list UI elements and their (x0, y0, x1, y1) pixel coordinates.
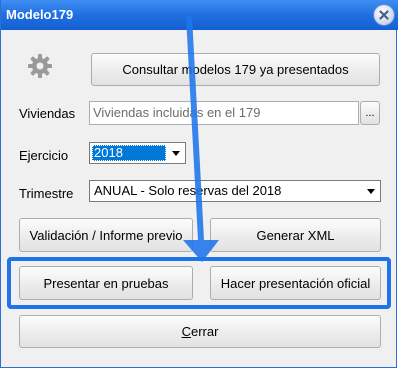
viviendas-label: Viviendas (19, 106, 76, 121)
generar-xml-button[interactable]: Generar XML (210, 218, 381, 252)
ejercicio-label: Ejercicio (19, 148, 69, 163)
trimestre-select[interactable]: ANUAL - Solo reservas del 2018 (89, 180, 381, 202)
highlight-annotation-box (7, 257, 391, 309)
chevron-down-icon (367, 188, 375, 194)
consultar-modelos-button[interactable]: Consultar modelos 179 ya presentados (91, 53, 380, 86)
dialog-window: Modelo179 Consultar modelos 179 ya prese… (0, 0, 398, 368)
gear-icon (27, 53, 53, 79)
trimestre-dropdown-button[interactable] (363, 182, 379, 200)
viviendas-browse-button[interactable]: ... (360, 101, 380, 125)
close-button[interactable] (374, 5, 394, 25)
trimestre-label: Trimestre (19, 186, 74, 201)
chevron-down-icon (172, 150, 180, 156)
viviendas-field-value: Viviendas incluidas en el 179 (93, 105, 261, 120)
viviendas-field[interactable]: Viviendas incluidas en el 179 (89, 101, 359, 125)
close-icon (379, 10, 389, 20)
cerrar-button[interactable]: Cerrar (19, 315, 381, 348)
trimestre-select-value: ANUAL - Solo reservas del 2018 (94, 183, 282, 198)
title-bar: Modelo179 (1, 0, 398, 30)
window-title: Modelo179 (6, 7, 74, 22)
cerrar-accelerator: C (181, 324, 191, 339)
ejercicio-dropdown-button[interactable] (168, 144, 184, 162)
validacion-informe-button[interactable]: Validación / Informe previo (19, 218, 193, 252)
ejercicio-select-value: 2018 (92, 145, 166, 161)
ejercicio-select[interactable]: 2018 (89, 142, 186, 164)
cerrar-label: errar (190, 324, 219, 339)
